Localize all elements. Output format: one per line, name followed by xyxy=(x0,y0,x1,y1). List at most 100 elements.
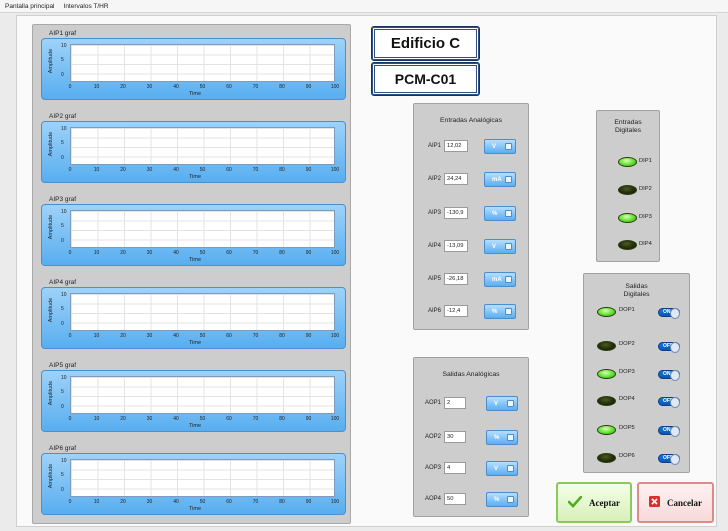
unit-selector[interactable]: % xyxy=(486,492,518,507)
x-tick-label: 30 xyxy=(146,250,153,256)
toggle-switch-dop1[interactable]: ON xyxy=(658,308,680,319)
analog-output-value-field[interactable]: 4 xyxy=(444,462,466,474)
unit-selector[interactable]: % xyxy=(484,304,516,319)
x-tick-label: 70 xyxy=(252,416,259,422)
digital-input-label: DIP3 xyxy=(639,214,652,220)
x-tick-label: 20 xyxy=(120,250,126,256)
unit-selector[interactable]: % xyxy=(486,430,518,445)
x-tick-label: 40 xyxy=(173,250,179,256)
y-tick-label: 0 xyxy=(61,487,64,493)
analog-input-label: AIP6 xyxy=(427,308,441,314)
x-tick-label: 10 xyxy=(93,167,100,173)
analog-input-label: AIP2 xyxy=(427,176,441,182)
analog-output-label: AOP1 xyxy=(424,400,441,406)
analog-input-value: 24,24 xyxy=(444,173,468,185)
graph-title: AIP4 graf xyxy=(49,279,77,286)
dropdown-arrow-icon xyxy=(507,400,514,407)
analog-output-value-field[interactable]: 50 xyxy=(444,493,466,505)
close-icon xyxy=(649,496,660,509)
graph-plot-area[interactable] xyxy=(70,127,335,165)
unit-selector-label: % xyxy=(494,434,500,441)
y-tick-label: 5 xyxy=(61,223,64,229)
graph-title: AIP5 graf xyxy=(49,362,77,369)
menu-item-intervals[interactable]: Intervalos T/HR xyxy=(64,3,109,10)
x-tick-label: 100 xyxy=(330,499,340,505)
x-tick-label: 90 xyxy=(305,333,312,339)
toggle-switch-dop4[interactable]: OFF xyxy=(658,397,680,408)
toggle-switch-dop2[interactable]: OFF xyxy=(658,342,680,353)
digital-output-label: DOP2 xyxy=(619,341,635,347)
unit-selector[interactable]: V xyxy=(486,461,518,476)
x-tick-label: 20 xyxy=(120,416,126,422)
x-tick-label: 20 xyxy=(120,84,126,90)
x-tick-label: 0 xyxy=(68,167,72,173)
y-tick-label: 0 xyxy=(61,155,64,161)
toggle-switch-dop5[interactable]: ON xyxy=(658,426,680,437)
x-tick-label: 40 xyxy=(173,84,179,90)
graph-plot-area[interactable] xyxy=(70,210,335,248)
toggle-switch-dop3[interactable]: ON xyxy=(658,370,680,381)
graph-frame: Amplitude 10 5 0 0 10 20 30 40 50 60 70 80 90 100 Time xyxy=(41,204,346,266)
unit-selector[interactable]: V xyxy=(484,239,516,254)
analog-output-row-aop3: AOP3 4 xyxy=(420,462,466,474)
y-tick-label: 5 xyxy=(61,389,64,395)
y-tick-label: 0 xyxy=(61,72,64,78)
graph-plot-area[interactable] xyxy=(70,44,335,82)
analog-input-row-aip6: AIP6 -12,4 xyxy=(421,305,468,317)
x-tick-label: 70 xyxy=(252,333,259,339)
graph-plot-area[interactable] xyxy=(70,293,335,331)
unit-selector[interactable]: V xyxy=(484,139,516,154)
x-tick-label: 30 xyxy=(146,499,153,505)
y-tick-label: 10 xyxy=(61,43,67,49)
x-tick-label: 80 xyxy=(279,333,285,339)
analog-output-row-aop4: AOP4 50 xyxy=(420,493,466,505)
x-tick-label: 30 xyxy=(146,84,153,90)
analog-output-value-field[interactable]: 30 xyxy=(444,431,466,443)
toggle-switch-dop6[interactable]: OFF xyxy=(658,454,680,465)
analog-input-label: AIP4 xyxy=(427,243,441,249)
x-tick-label: 30 xyxy=(146,416,153,422)
x-axis-label: Time xyxy=(189,91,202,97)
graph-plot-area[interactable] xyxy=(70,459,335,497)
x-axis-label: Time xyxy=(189,506,202,512)
digital-output-label: DOP3 xyxy=(619,369,635,375)
led-indicator-dop1 xyxy=(597,307,616,317)
x-tick-label: 20 xyxy=(120,167,126,173)
x-tick-label: 0 xyxy=(68,250,72,256)
graph-frame: Amplitude 10 5 0 0 10 20 30 40 50 60 70 80 90 100 Time xyxy=(41,38,346,100)
led-indicator-dip4 xyxy=(618,240,637,250)
digital-output-label: DOP4 xyxy=(619,396,635,402)
digital-output-label: DOP1 xyxy=(619,307,635,313)
x-tick-label: 90 xyxy=(305,167,312,173)
x-tick-label: 80 xyxy=(279,167,285,173)
cancel-button[interactable]: Cancelar xyxy=(637,482,714,523)
x-tick-label: 50 xyxy=(199,499,206,505)
led-indicator-dip3 xyxy=(618,213,637,223)
x-tick-label: 40 xyxy=(173,167,179,173)
x-tick-label: 80 xyxy=(279,499,285,505)
x-tick-label: 90 xyxy=(305,250,312,256)
graph-plot-area[interactable] xyxy=(70,376,335,414)
dropdown-arrow-icon xyxy=(505,143,512,150)
x-tick-label: 10 xyxy=(93,333,100,339)
dropdown-arrow-icon xyxy=(507,434,514,441)
unit-selector[interactable]: V xyxy=(486,396,518,411)
menu-item-main-screen[interactable]: Pantalla principal xyxy=(5,3,55,10)
unit-selector[interactable]: mA xyxy=(484,172,516,187)
menu-bar: Pantalla principal Intervalos T/HR xyxy=(0,0,728,13)
accept-button[interactable]: Aceptar xyxy=(556,482,632,523)
unit-selector[interactable]: mA xyxy=(484,272,516,287)
x-axis-label: Time xyxy=(189,340,202,346)
unit-selector-label: V xyxy=(494,400,499,407)
dropdown-arrow-icon xyxy=(505,308,512,315)
y-axis-label: Amplitude xyxy=(48,380,54,406)
x-tick-label: 100 xyxy=(330,250,340,256)
x-tick-label: 0 xyxy=(68,333,72,339)
x-tick-label: 70 xyxy=(252,167,259,173)
unit-selector[interactable]: % xyxy=(484,206,516,221)
analog-output-value-field[interactable]: 2 xyxy=(444,397,466,409)
led-indicator-dop5 xyxy=(597,425,616,435)
analog-output-label: AOP4 xyxy=(424,496,441,502)
graphs-column: AIP1 graf Amplitude 10 5 0 0 10 20 30 40 50 60 70 80… xyxy=(32,24,351,524)
analog-input-value: -130,9 xyxy=(444,207,468,219)
